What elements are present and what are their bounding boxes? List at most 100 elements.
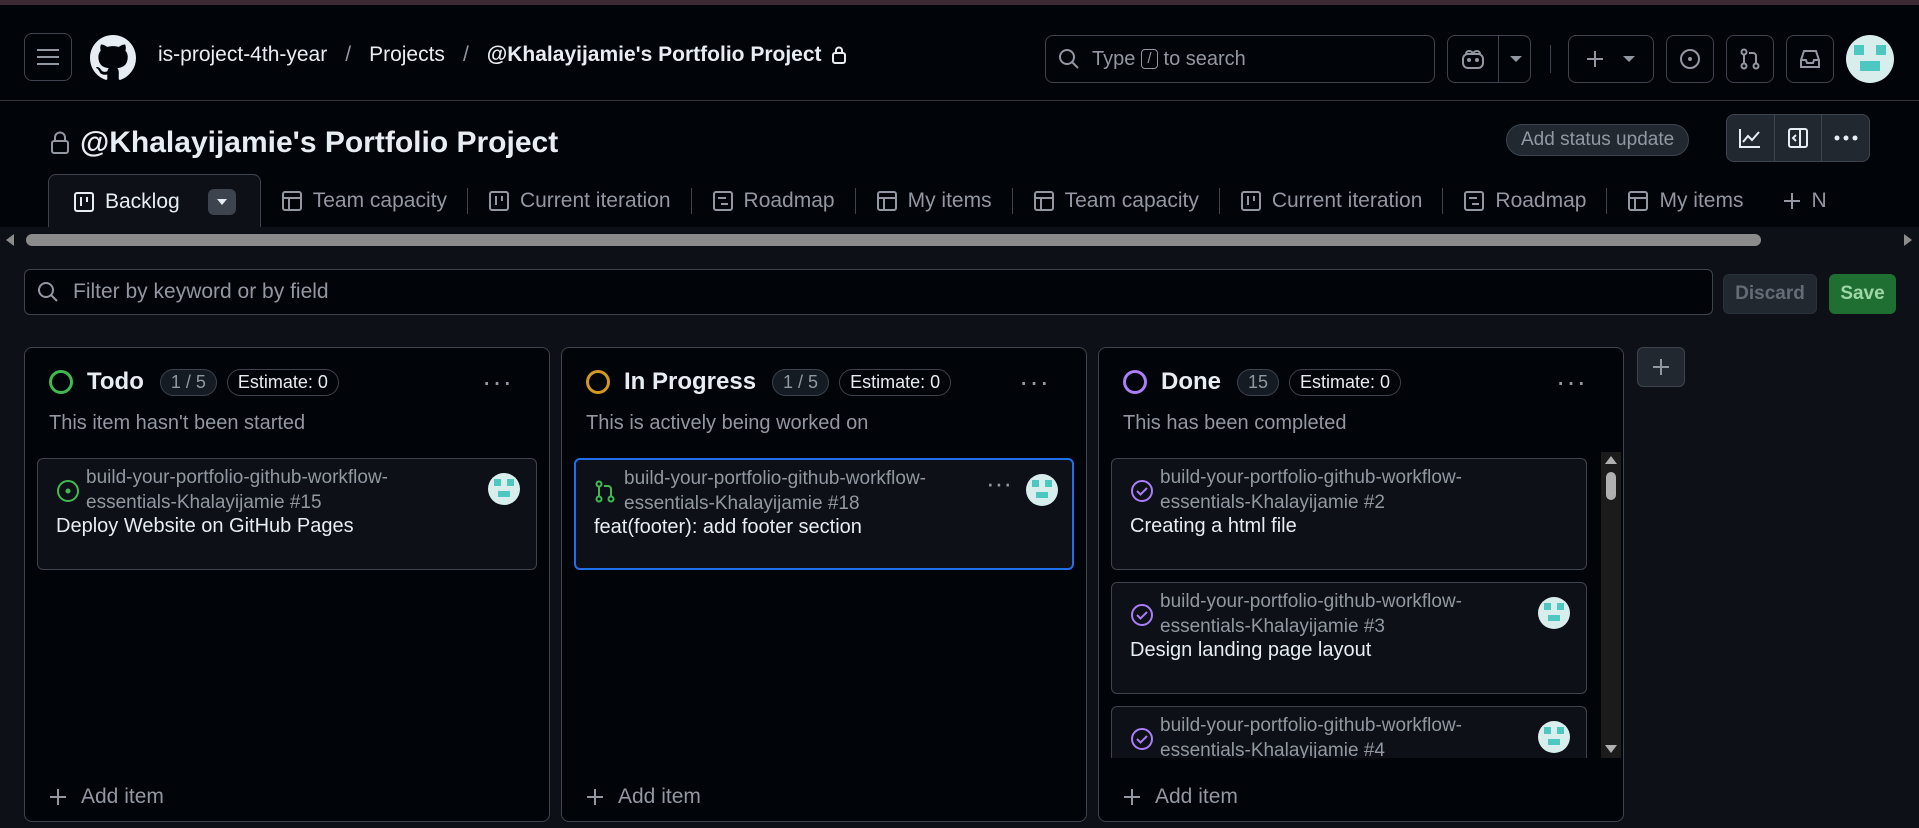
add-status-update-button[interactable]: Add status update (1506, 124, 1690, 156)
view-tab[interactable]: Roadmap (1443, 174, 1606, 228)
plus-icon (587, 789, 603, 805)
project-title-row: @Khalayijamie's Portfolio Project (50, 126, 558, 160)
scroll-right-icon[interactable] (1902, 233, 1914, 247)
breadcrumb-org[interactable]: is-project-4th-year (158, 43, 327, 67)
divider (1498, 36, 1499, 82)
view-tab-label: Team capacity (312, 189, 447, 212)
card-title[interactable]: Creating a html file (1130, 515, 1297, 538)
filter-input[interactable]: Filter by keyword or by field (24, 269, 1713, 315)
side-panel-button[interactable] (1775, 115, 1823, 161)
scrollbar-thumb[interactable] (1606, 472, 1616, 500)
board-column: Done 15 Estimate: 0 ··· This has been comple… (1098, 347, 1624, 822)
issues-button[interactable] (1666, 35, 1714, 83)
card-repository-reference[interactable]: build-your-portfolio-github-workflow-ess… (1160, 465, 1500, 515)
card-title[interactable]: feat(footer): add footer section (594, 516, 862, 539)
board-card[interactable]: build-your-portfolio-github-workflow-ess… (1111, 582, 1587, 694)
add-column-button[interactable] (1637, 347, 1685, 387)
card-menu-button[interactable]: ··· (986, 468, 1012, 499)
closed-issue-icon (1131, 728, 1153, 750)
column-scrollbar[interactable] (1601, 452, 1621, 758)
user-avatar[interactable] (1846, 35, 1894, 83)
sidebar-icon (1788, 128, 1808, 148)
breadcrumb-separator: / (462, 43, 469, 66)
kebab-horizontal-icon (1834, 135, 1858, 141)
pull-requests-button[interactable] (1726, 35, 1774, 83)
view-tab-label: Roadmap (1495, 189, 1587, 212)
plus-icon (1124, 789, 1140, 805)
view-tab[interactable]: Team capacity (261, 174, 467, 228)
pull-request-icon (1740, 48, 1760, 70)
breadcrumb-project[interactable]: @Khalayijamie's Portfolio Project (487, 43, 822, 67)
chevron-down-icon (1623, 56, 1635, 62)
card-repository-reference[interactable]: build-your-portfolio-github-workflow-ess… (1160, 589, 1500, 639)
card-title[interactable]: Deploy Website on GitHub Pages (56, 515, 354, 538)
global-header: is-project-4th-year / Projects / @Khalay… (0, 5, 1919, 101)
chevron-down-icon (1510, 56, 1522, 62)
assignee-avatar[interactable] (1538, 721, 1570, 753)
scroll-left-icon[interactable] (4, 233, 16, 247)
assignee-avatar[interactable] (488, 473, 520, 505)
card-repository-reference[interactable]: build-your-portfolio-github-workflow-ess… (86, 465, 446, 515)
assignee-avatar[interactable] (1538, 597, 1570, 629)
search-input[interactable]: Type / to search (1045, 35, 1435, 83)
create-new-button[interactable] (1568, 35, 1654, 83)
view-tab[interactable]: Roadmap (692, 174, 855, 228)
insights-button[interactable] (1727, 115, 1775, 161)
column-cards: build-your-portfolio-github-workflow-ess… (562, 348, 1086, 758)
breadcrumb-projects[interactable]: Projects (369, 43, 445, 67)
copilot-button[interactable] (1447, 35, 1531, 83)
column-cards: build-your-portfolio-github-workflow-ess… (25, 348, 549, 758)
scrollbar-thumb[interactable] (26, 234, 1761, 246)
board-card[interactable]: build-your-portfolio-github-workflow-ess… (1111, 458, 1587, 570)
table-icon (281, 190, 303, 212)
github-logo-icon[interactable] (90, 35, 136, 86)
add-item-button[interactable]: Add item (586, 785, 701, 809)
menu-button[interactable] (24, 33, 72, 81)
card-title[interactable]: Design landing page layout (1130, 639, 1371, 662)
view-tab-label: My items (907, 189, 992, 212)
closed-issue-icon (1131, 480, 1153, 502)
copilot-icon (1462, 50, 1484, 69)
more-options-button[interactable] (1822, 115, 1869, 161)
board-card[interactable]: build-your-portfolio-github-workflow-ess… (574, 458, 1074, 570)
hamburger-icon (37, 49, 59, 65)
scroll-up-icon[interactable] (1604, 455, 1618, 465)
add-item-button[interactable]: Add item (1123, 785, 1238, 809)
assignee-avatar[interactable] (1026, 474, 1058, 506)
view-options-dropdown[interactable] (207, 188, 236, 215)
board-card[interactable]: build-your-portfolio-github-workflow-ess… (37, 458, 537, 570)
graph-icon (1739, 129, 1761, 148)
header-divider (1550, 45, 1551, 73)
plus-icon (50, 789, 66, 805)
view-tab-label: Current iteration (519, 189, 671, 212)
scroll-down-icon[interactable] (1604, 744, 1618, 754)
view-tab[interactable]: My items (856, 174, 1012, 228)
view-tab[interactable]: My items (1607, 174, 1763, 228)
add-item-label: Add item (1155, 785, 1238, 808)
lock-icon (51, 131, 69, 154)
new-view-button[interactable]: N (1763, 174, 1846, 228)
view-tabs: Backlog Team capacity Current iteration Roa… (48, 174, 1847, 228)
card-repository-reference[interactable]: build-your-portfolio-github-workflow-ess… (624, 466, 984, 516)
inbox-button[interactable] (1786, 35, 1834, 83)
board-icon (1240, 190, 1262, 212)
save-button[interactable]: Save (1829, 274, 1896, 314)
view-tab[interactable]: Current iteration (468, 174, 691, 228)
view-tab-label: Current iteration (1271, 189, 1423, 212)
add-item-button[interactable]: Add item (49, 785, 164, 809)
plus-icon (1587, 51, 1603, 67)
project-title: @Khalayijamie's Portfolio Project (80, 126, 559, 159)
column-cards: build-your-portfolio-github-workflow-ess… (1099, 348, 1623, 758)
search-shortcut-key: / (1141, 49, 1158, 69)
view-tabs-scrollbar[interactable] (0, 227, 1919, 253)
board-column: Todo 1 / 5 Estimate: 0 ··· This item hasn't … (24, 347, 550, 822)
view-tab[interactable]: Team capacity (1013, 174, 1219, 228)
card-repository-reference[interactable]: build-your-portfolio-github-workflow-ess… (1160, 713, 1500, 758)
view-tab[interactable]: Backlog (48, 174, 261, 228)
view-tab[interactable]: Current iteration (1220, 174, 1443, 228)
discard-button[interactable]: Discard (1723, 274, 1817, 314)
plus-icon (1653, 359, 1669, 375)
view-tab-label: Roadmap (743, 189, 835, 212)
board-card[interactable]: build-your-portfolio-github-workflow-ess… (1111, 706, 1587, 758)
view-tab-label: Backlog (105, 189, 180, 213)
